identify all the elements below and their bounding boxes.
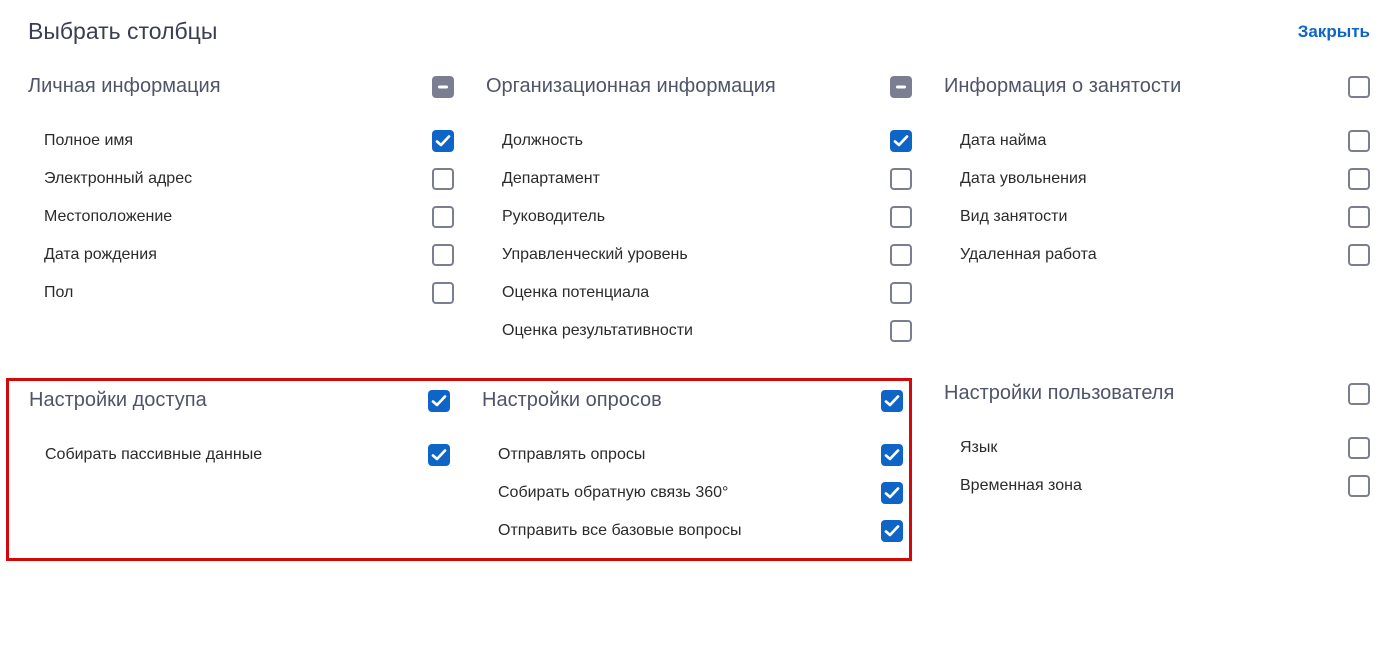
item-row: Дата рождения: [28, 236, 454, 274]
columns-grid: Личная информация Полное имя Электронный а…: [28, 75, 1370, 561]
item-checkbox-employment-0[interactable]: [1348, 130, 1370, 152]
item-label: Управленческий уровень: [502, 246, 688, 264]
section-checkbox-surveys[interactable]: [881, 390, 903, 412]
highlight-box: Настройки доступа Собирать пассивные данн…: [6, 378, 912, 561]
item-row: Департамент: [486, 160, 912, 198]
item-row: Собирать обратную связь 360°: [482, 474, 903, 512]
item-row: Собирать пассивные данные: [29, 436, 450, 474]
section-checkbox-org[interactable]: [890, 76, 912, 98]
item-label: Удаленная работа: [960, 246, 1097, 264]
section-personal: Личная информация Полное имя Электронный а…: [28, 75, 454, 350]
item-checkbox-personal-4[interactable]: [432, 282, 454, 304]
item-checkbox-org-2[interactable]: [890, 206, 912, 228]
section-items: Язык Временная зона: [944, 429, 1370, 505]
item-label: Собирать обратную связь 360°: [498, 484, 728, 502]
item-label: Отправлять опросы: [498, 446, 645, 464]
item-row: Оценка потенциала: [486, 274, 912, 312]
section-title: Настройки опросов: [482, 389, 662, 412]
section-checkbox-user[interactable]: [1348, 383, 1370, 405]
item-checkbox-personal-1[interactable]: [432, 168, 454, 190]
section-header: Информация о занятости: [944, 75, 1370, 98]
close-button[interactable]: Закрыть: [1298, 22, 1370, 42]
item-checkbox-org-1[interactable]: [890, 168, 912, 190]
item-checkbox-employment-2[interactable]: [1348, 206, 1370, 228]
item-label: Язык: [960, 439, 997, 457]
section-access: Настройки доступа Собирать пассивные данн…: [29, 389, 450, 550]
item-row: Отправлять опросы: [482, 436, 903, 474]
section-title: Настройки доступа: [29, 389, 207, 412]
item-row: Дата увольнения: [944, 160, 1370, 198]
item-label: Отправить все базовые вопросы: [498, 522, 742, 540]
item-checkbox-access-0[interactable]: [428, 444, 450, 466]
item-checkbox-org-5[interactable]: [890, 320, 912, 342]
item-checkbox-employment-1[interactable]: [1348, 168, 1370, 190]
section-items: Отправлять опросы Собирать обратную связь…: [482, 436, 903, 550]
section-title: Настройки пользователя: [944, 382, 1174, 405]
section-header: Личная информация: [28, 75, 454, 98]
item-checkbox-employment-3[interactable]: [1348, 244, 1370, 266]
section-checkbox-employment[interactable]: [1348, 76, 1370, 98]
section-header: Настройки доступа: [29, 389, 450, 412]
dialog-title: Выбрать столбцы: [28, 18, 217, 45]
item-label: Полное имя: [44, 132, 133, 150]
section-user: Настройки пользователя Язык Временная зона: [944, 382, 1370, 561]
item-row: Пол: [28, 274, 454, 312]
section-title: Информация о занятости: [944, 75, 1181, 98]
item-row: Местоположение: [28, 198, 454, 236]
item-row: Полное имя: [28, 122, 454, 160]
section-title: Организационная информация: [486, 75, 776, 98]
section-org: Организационная информация Должность Депар…: [486, 75, 912, 350]
section-items: Дата найма Дата увольнения Вид занятости Уд…: [944, 122, 1370, 274]
item-label: Должность: [502, 132, 583, 150]
item-row: Руководитель: [486, 198, 912, 236]
section-checkbox-personal[interactable]: [432, 76, 454, 98]
dialog-header: Выбрать столбцы Закрыть: [28, 18, 1370, 45]
item-row: Удаленная работа: [944, 236, 1370, 274]
item-checkbox-org-0[interactable]: [890, 130, 912, 152]
section-checkbox-access[interactable]: [428, 390, 450, 412]
item-label: Вид занятости: [960, 208, 1067, 226]
section-surveys: Настройки опросов Отправлять опросы Собира…: [482, 389, 903, 550]
item-label: Дата увольнения: [960, 170, 1087, 188]
item-label: Оценка результативности: [502, 322, 693, 340]
section-items: Собирать пассивные данные: [29, 436, 450, 474]
item-label: Дата рождения: [44, 246, 157, 264]
item-checkbox-surveys-2[interactable]: [881, 520, 903, 542]
item-label: Оценка потенциала: [502, 284, 649, 302]
section-header: Организационная информация: [486, 75, 912, 98]
item-checkbox-personal-3[interactable]: [432, 244, 454, 266]
item-row: Отправить все базовые вопросы: [482, 512, 903, 550]
item-checkbox-org-4[interactable]: [890, 282, 912, 304]
section-items: Полное имя Электронный адрес Местоположени…: [28, 122, 454, 312]
item-row: Дата найма: [944, 122, 1370, 160]
item-row: Вид занятости: [944, 198, 1370, 236]
item-checkbox-org-3[interactable]: [890, 244, 912, 266]
item-checkbox-user-1[interactable]: [1348, 475, 1370, 497]
item-checkbox-user-0[interactable]: [1348, 437, 1370, 459]
item-label: Местоположение: [44, 208, 172, 226]
item-label: Руководитель: [502, 208, 605, 226]
item-checkbox-surveys-0[interactable]: [881, 444, 903, 466]
item-checkbox-personal-2[interactable]: [432, 206, 454, 228]
item-label: Пол: [44, 284, 73, 302]
section-header: Настройки пользователя: [944, 382, 1370, 405]
section-items: Должность Департамент Руководитель Управлен…: [486, 122, 912, 350]
section-title: Личная информация: [28, 75, 221, 98]
item-label: Временная зона: [960, 477, 1082, 495]
item-row: Электронный адрес: [28, 160, 454, 198]
section-header: Настройки опросов: [482, 389, 903, 412]
item-row: Должность: [486, 122, 912, 160]
item-row: Оценка результативности: [486, 312, 912, 350]
section-employment: Информация о занятости Дата найма Дата уво…: [944, 75, 1370, 350]
item-label: Дата найма: [960, 132, 1046, 150]
item-row: Временная зона: [944, 467, 1370, 505]
item-label: Департамент: [502, 170, 600, 188]
item-checkbox-personal-0[interactable]: [432, 130, 454, 152]
item-row: Язык: [944, 429, 1370, 467]
item-label: Электронный адрес: [44, 170, 192, 188]
item-label: Собирать пассивные данные: [45, 446, 262, 464]
item-row: Управленческий уровень: [486, 236, 912, 274]
item-checkbox-surveys-1[interactable]: [881, 482, 903, 504]
